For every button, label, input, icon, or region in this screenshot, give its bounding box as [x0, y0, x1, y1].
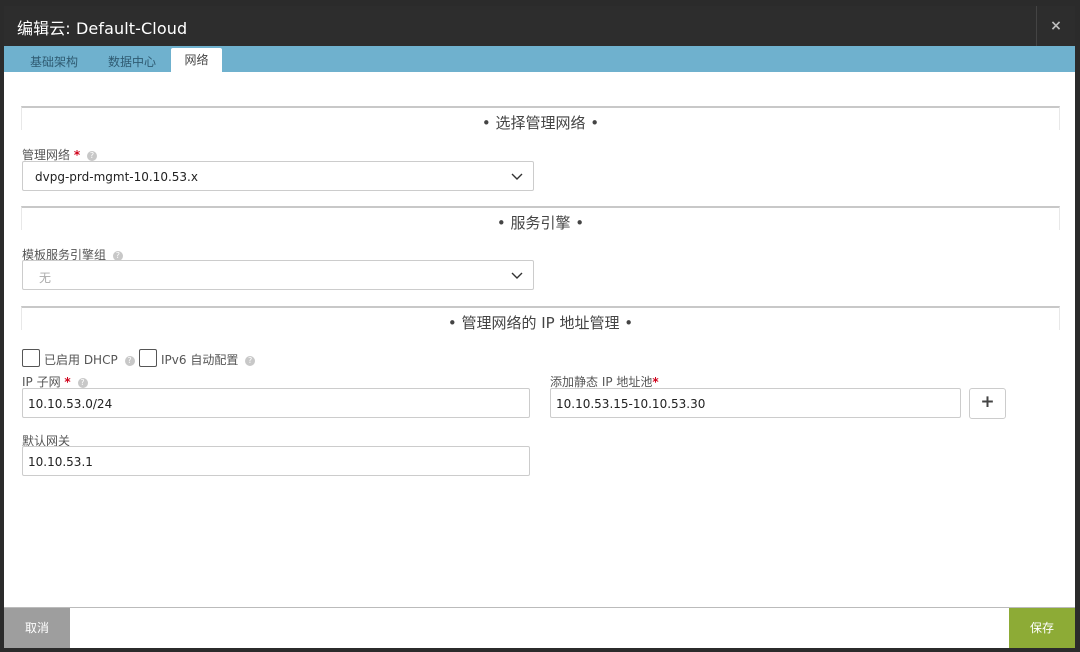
question-circle-icon[interactable]: ? [112, 250, 123, 261]
chevron-down-icon [511, 272, 523, 279]
add-static-pool-button[interactable]: + [969, 388, 1006, 419]
question-circle-icon[interactable]: ? [77, 377, 88, 388]
question-circle-icon[interactable]: ? [245, 355, 256, 366]
required-marker: * [64, 375, 71, 389]
modal-header: 编辑云: Default-Cloud × [4, 6, 1075, 46]
section-header-mgmt-network: • 选择管理网络 • [21, 106, 1060, 132]
mgmt-network-label-text: 管理网络 [22, 148, 71, 162]
mgmt-network-select[interactable]: dvpg-prd-mgmt-10.10.53.x [22, 161, 534, 191]
section-header-ip-management: • 管理网络的 IP 地址管理 • [21, 306, 1060, 332]
section-title: • 管理网络的 IP 地址管理 • [447, 314, 634, 332]
tab-infrastructure[interactable]: 基础架构 [30, 53, 78, 70]
se-group-value: 无 [39, 271, 52, 285]
ipv6-label: IPv6 自动配置 ? [161, 351, 256, 368]
section-header-service-engine: • 服务引擎 • [21, 206, 1060, 232]
mgmt-network-value: dvpg-prd-mgmt-10.10.53.x [35, 170, 198, 184]
tab-datacenter[interactable]: 数据中心 [108, 53, 156, 70]
required-marker: * [73, 148, 81, 162]
ip-subnet-label-text: IP 子网 [22, 375, 61, 389]
question-circle-icon[interactable]: ? [86, 150, 97, 161]
required-marker: * [652, 375, 659, 389]
save-button[interactable]: 保存 [1009, 608, 1075, 648]
close-icon[interactable]: × [1036, 6, 1075, 46]
modal-footer: 取消 保存 [4, 607, 1075, 648]
question-circle-icon[interactable]: ? [124, 355, 135, 366]
modal-title: 编辑云: Default-Cloud [17, 19, 188, 38]
static-pool-label-text: 添加静态 IP 地址池 [550, 375, 653, 389]
default-gateway-input[interactable]: 10.10.53.1 [22, 446, 530, 476]
chevron-down-icon [511, 173, 523, 180]
static-pool-input[interactable]: 10.10.53.15-10.10.53.30 [550, 388, 961, 418]
ipv6-checkbox[interactable] [139, 349, 157, 367]
edit-cloud-modal: 编辑云: Default-Cloud × 基础架构 数据中心 网络 • 选择管理… [4, 6, 1075, 648]
ip-subnet-value: 10.10.53.0/24 [28, 397, 113, 411]
section-title: • 服务引擎 • [496, 214, 585, 232]
plus-icon: + [980, 392, 995, 412]
cancel-button[interactable]: 取消 [4, 608, 70, 648]
dhcp-label: 已启用 DHCP ? [44, 351, 135, 368]
default-gateway-value: 10.10.53.1 [28, 455, 93, 469]
dhcp-checkbox[interactable] [22, 349, 40, 367]
dhcp-label-text: 已启用 DHCP [44, 353, 118, 367]
section-title: • 选择管理网络 • [481, 114, 600, 132]
ip-subnet-input[interactable]: 10.10.53.0/24 [22, 388, 530, 418]
ipv6-label-text: IPv6 自动配置 [161, 353, 239, 367]
tab-bar: 基础架构 数据中心 网络 [4, 46, 1075, 72]
tab-network[interactable]: 网络 [171, 48, 222, 72]
se-group-select[interactable]: 无 [22, 260, 534, 290]
static-pool-value: 10.10.53.15-10.10.53.30 [556, 397, 706, 411]
